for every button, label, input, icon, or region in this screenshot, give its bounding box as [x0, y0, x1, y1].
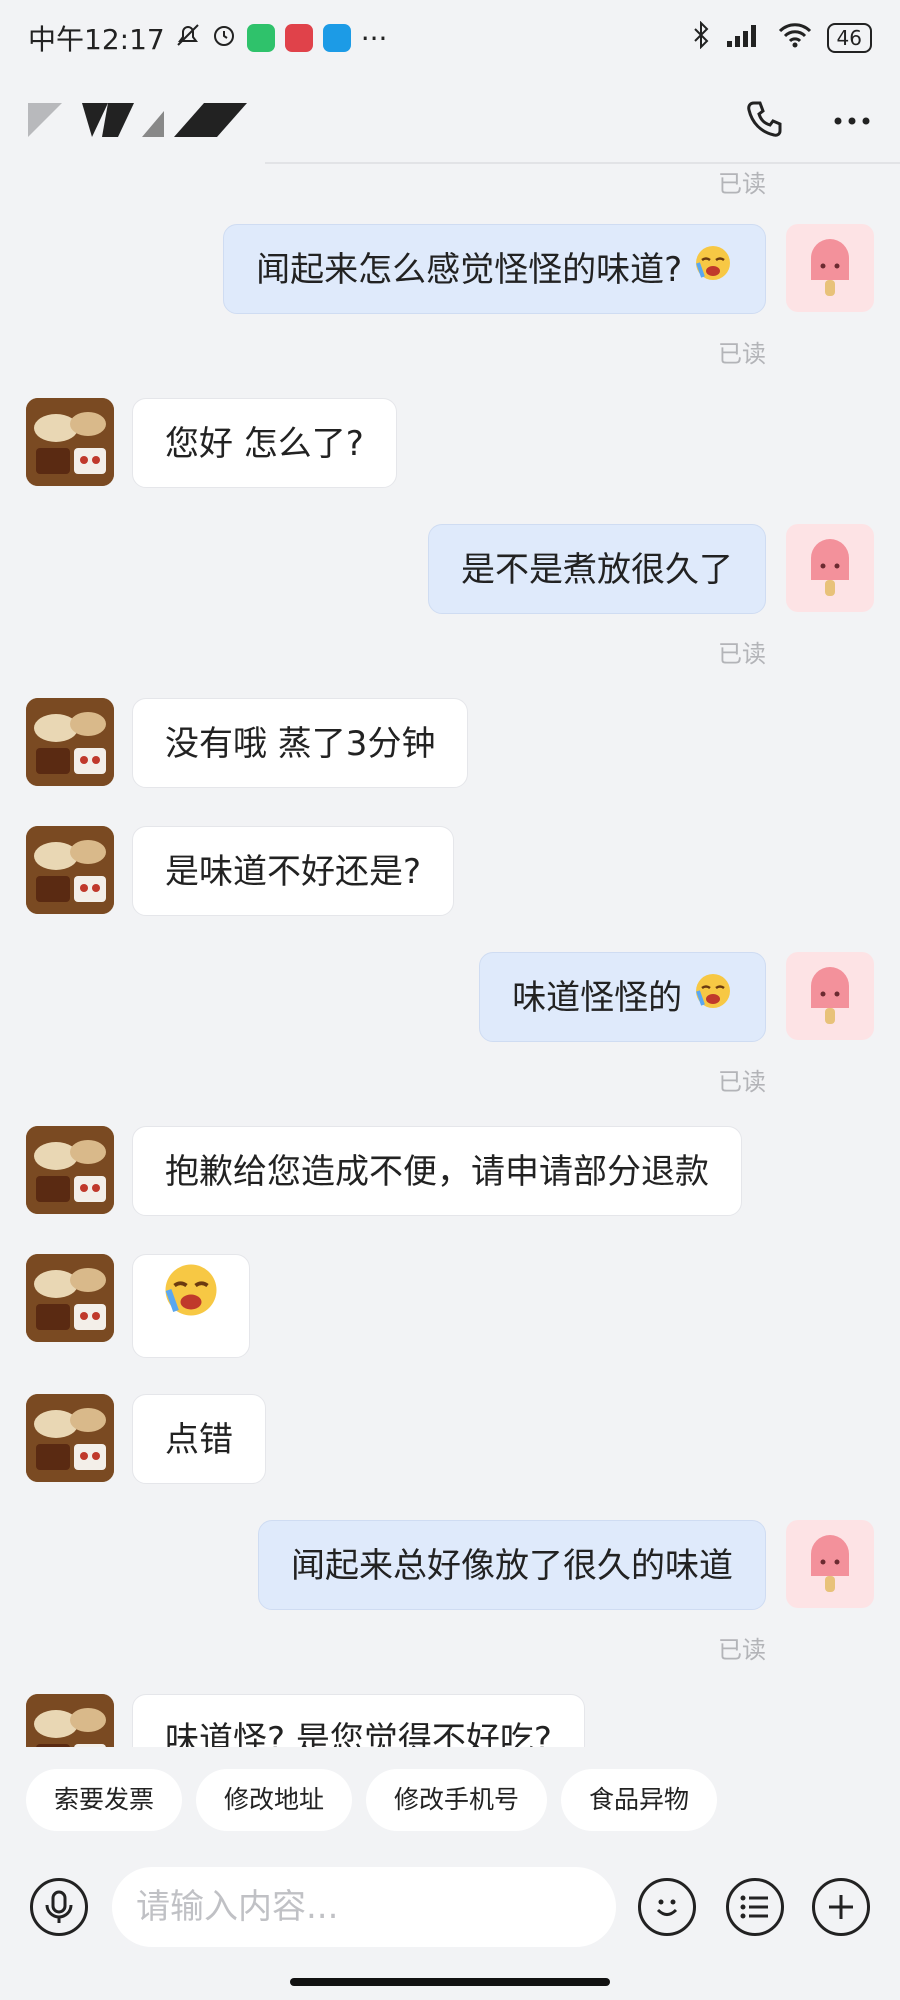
message-bubble[interactable]: 点错 — [132, 1394, 266, 1484]
message-text: 抱歉给您造成不便，请申请部分退款 — [165, 1152, 709, 1192]
quick-reply-invoice[interactable]: 索要发票 — [26, 1769, 183, 1831]
food-image — [26, 1254, 114, 1342]
message-text: 点错 — [165, 1420, 233, 1460]
food-image — [26, 1394, 114, 1482]
food-image — [26, 398, 114, 486]
message-bubble[interactable]: 闻起来总好像放了很久的味道 — [258, 1520, 766, 1610]
popsicle-icon — [811, 539, 849, 596]
message-bubble[interactable] — [132, 1254, 250, 1358]
popsicle-icon — [811, 1535, 849, 1592]
my-avatar[interactable] — [786, 1520, 874, 1608]
add-button[interactable] — [812, 1878, 870, 1936]
menu-list-button[interactable] — [726, 1878, 784, 1936]
voice-button[interactable] — [30, 1878, 88, 1936]
status-bar: 中午12:17 ··· 46 — [0, 0, 900, 76]
my-avatar[interactable] — [786, 952, 874, 1040]
shop-avatar[interactable] — [26, 698, 114, 786]
contact-name-redacted — [28, 103, 252, 139]
message-bubble[interactable]: 没有哦 蒸了3分钟 — [132, 698, 469, 788]
phone-call-icon[interactable] — [744, 99, 784, 143]
message-bubble[interactable]: 您好 怎么了? — [132, 398, 397, 488]
popsicle-icon — [811, 239, 849, 296]
shop-avatar[interactable] — [26, 398, 114, 486]
emoji-button[interactable] — [638, 1878, 696, 1936]
alarm-icon — [211, 22, 237, 55]
message-input[interactable]: 请输入内容... — [112, 1867, 616, 1947]
wifi-icon — [777, 21, 813, 56]
chat-header — [0, 76, 900, 166]
food-image — [26, 1694, 114, 1747]
shop-avatar[interactable] — [26, 1394, 114, 1482]
input-bar: 请输入内容... — [0, 1860, 900, 1970]
quick-reply-change-address[interactable]: 修改地址 — [196, 1769, 353, 1831]
message-bubble[interactable]: 闻起来怎么感觉怪怪的味道? — [223, 224, 766, 314]
message-bubble[interactable]: 是味道不好还是? — [132, 826, 455, 916]
shop-avatar[interactable] — [26, 826, 114, 914]
read-receipt: 已读 — [718, 640, 766, 668]
crying-emoji-icon — [693, 955, 733, 1045]
status-more: ··· — [360, 21, 388, 55]
header-actions — [744, 99, 872, 143]
message-text: 闻起来总好像放了很久的味道 — [291, 1546, 733, 1586]
status-left: 中午12:17 ··· — [28, 18, 387, 58]
browser-icon — [322, 24, 351, 52]
message-text: 没有哦 蒸了3分钟 — [165, 724, 436, 764]
message-text: 味道怪? 是您觉得不好吃? — [165, 1720, 552, 1747]
app-notification-icon — [284, 24, 313, 52]
signal-icon — [725, 21, 763, 56]
read-receipt: 已读 — [718, 340, 766, 368]
read-receipt: 已读 — [718, 1068, 766, 1096]
shop-avatar[interactable] — [26, 1126, 114, 1214]
status-time: 中午12:17 — [28, 23, 165, 56]
message-bubble[interactable]: 味道怪? 是您觉得不好吃? — [132, 1694, 585, 1747]
bluetooth-icon — [691, 20, 711, 56]
shop-avatar[interactable] — [26, 1254, 114, 1342]
my-avatar[interactable] — [786, 224, 874, 312]
message-text: 是不是煮放很久了 — [461, 550, 733, 590]
food-image — [26, 826, 114, 914]
crying-emoji-icon — [161, 1257, 221, 1361]
redaction-mark — [82, 103, 247, 137]
smiley-icon — [656, 1899, 678, 1916]
battery-indicator: 46 — [826, 23, 872, 53]
message-text: 是味道不好还是? — [165, 852, 422, 892]
message-bubble[interactable]: 是不是煮放很久了 — [428, 524, 766, 614]
home-indicator[interactable] — [290, 1978, 610, 1986]
shop-avatar[interactable] — [26, 1694, 114, 1747]
message-text: 闻起来怎么感觉怪怪的味道? — [256, 250, 683, 290]
quick-reply-change-phone[interactable]: 修改手机号 — [366, 1769, 548, 1831]
plus-icon — [829, 1895, 853, 1919]
food-image — [26, 698, 114, 786]
read-receipt: 已读 — [718, 170, 766, 198]
status-right: 46 — [691, 20, 872, 56]
message-bubble[interactable]: 抱歉给您造成不便，请申请部分退款 — [132, 1126, 742, 1216]
message-text: 您好 怎么了? — [165, 424, 364, 464]
wechat-icon — [246, 24, 275, 52]
my-avatar[interactable] — [786, 524, 874, 612]
message-bubble[interactable]: 味道怪怪的 — [479, 952, 766, 1042]
crying-emoji-icon — [693, 227, 733, 317]
mute-icon — [175, 22, 201, 55]
list-icon — [740, 1895, 768, 1919]
read-receipt: 已读 — [718, 1636, 766, 1664]
more-options-icon[interactable] — [832, 112, 872, 131]
chat-message-list[interactable]: 已读 闻起来怎么感觉怪怪的味道? 已读 您好 怎么了? 是不是煮放很久了 已读 — [0, 164, 900, 1747]
popsicle-icon — [811, 967, 849, 1024]
food-image — [26, 1126, 114, 1214]
redaction-mark — [28, 103, 62, 137]
quick-reply-bar: 索要发票 修改地址 修改手机号 食品异物 — [0, 1750, 900, 1850]
microphone-icon — [45, 1890, 73, 1923]
message-text: 味道怪怪的 — [512, 978, 683, 1018]
quick-reply-foreign-object[interactable]: 食品异物 — [561, 1769, 718, 1831]
